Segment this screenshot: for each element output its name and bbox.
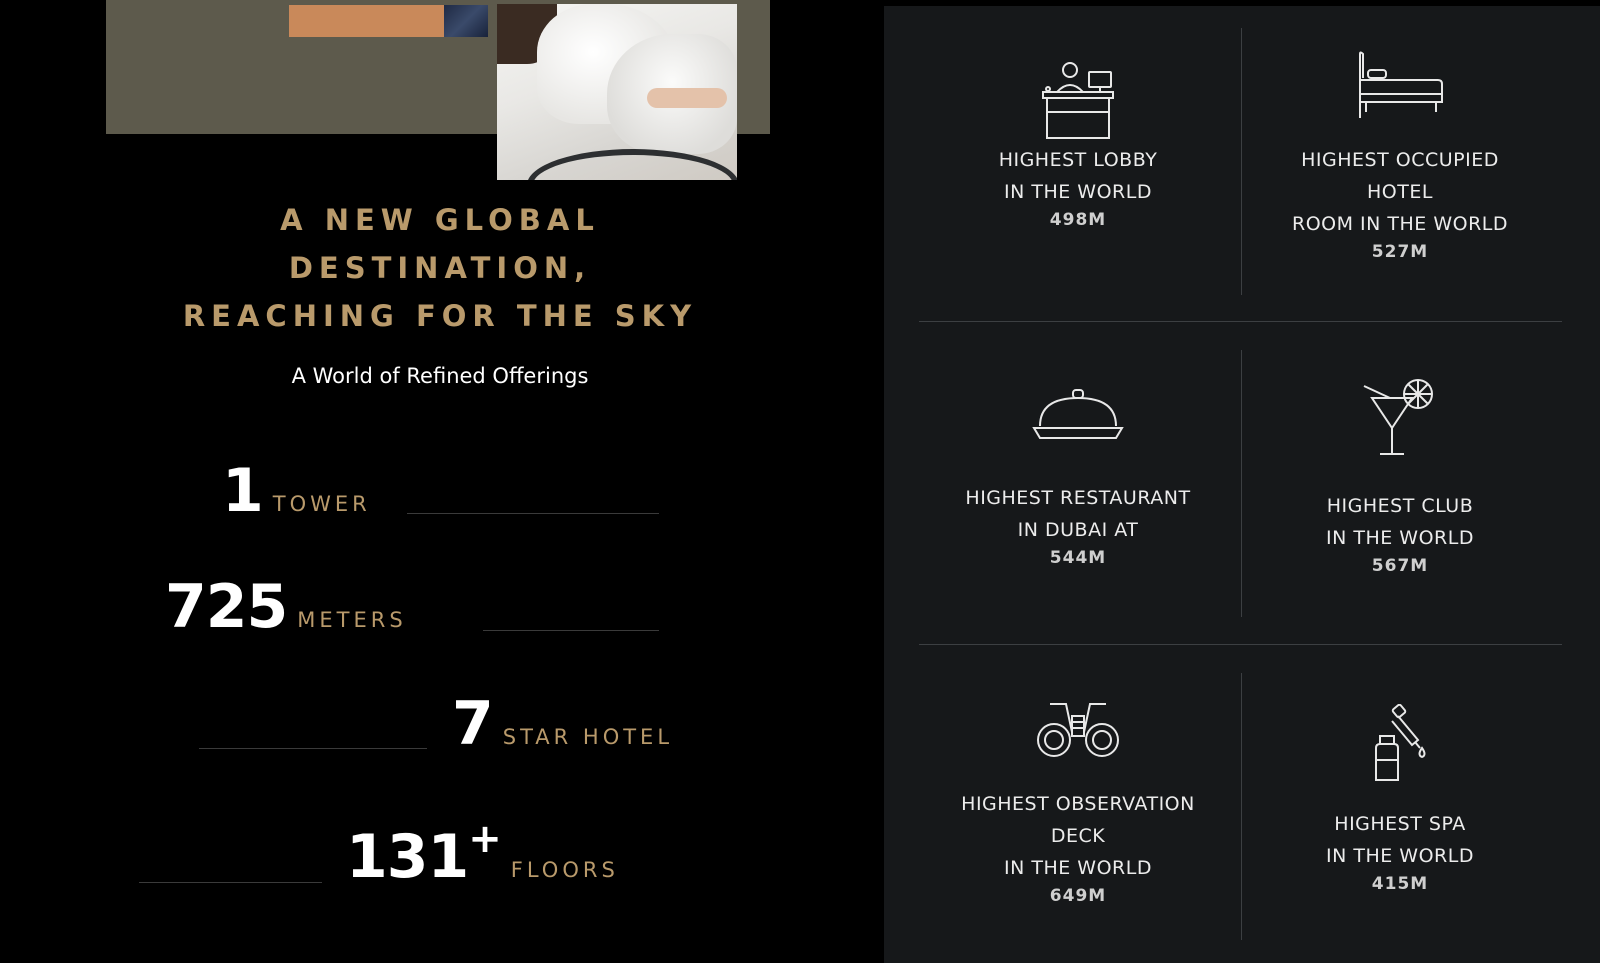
stat-tower: 1 TOWER — [222, 456, 371, 526]
feature-value: 498M — [1049, 210, 1107, 230]
feature-title: HIGHEST CLUB IN THE WORLD — [1326, 495, 1474, 549]
stat-rule — [407, 513, 659, 514]
feature-title: HIGHEST OCCUPIED HOTEL ROOM IN THE WORLD — [1292, 149, 1508, 235]
feature-title: HIGHEST OBSERVATION DECK IN THE WORLD — [961, 793, 1195, 879]
feature-restaurant: HIGHEST RESTAURANT IN DUBAI AT 544M — [928, 386, 1228, 568]
reception-desk-icon — [1042, 62, 1114, 139]
stat-rule — [199, 748, 427, 749]
dropper-bottle-icon — [1375, 704, 1426, 781]
stat-suffix: + — [468, 816, 502, 862]
headline: A NEW GLOBAL DESTINATION, REACHING FOR T… — [120, 196, 760, 340]
divider — [919, 644, 1562, 645]
feature-value: 544M — [1049, 548, 1107, 568]
stat-number: 725 — [165, 572, 288, 642]
decorative-thumbnail — [444, 5, 488, 37]
stat-meters: 725 METERS — [165, 572, 407, 642]
stat-unit: FLOORS — [510, 858, 619, 882]
stat-number: 131+ — [346, 816, 502, 892]
divider — [1241, 673, 1242, 940]
feature-title: HIGHEST LOBBY IN THE WORLD — [998, 149, 1158, 203]
stat-floors: 131+ FLOORS — [346, 816, 619, 892]
feature-value: 415M — [1371, 874, 1429, 894]
spa-photo — [497, 4, 737, 180]
features-panel: HIGHEST LOBBY IN THE WORLD 498M HIGHEST … — [884, 6, 1600, 963]
subheadline: A World of Refined Offerings — [291, 364, 589, 388]
cloche-icon — [1032, 389, 1124, 439]
stat-unit: TOWER — [272, 492, 371, 516]
left-panel: A NEW GLOBAL DESTINATION, REACHING FOR T… — [0, 0, 884, 963]
feature-observation-deck: HIGHEST OBSERVATION DECK IN THE WORLD 64… — [928, 696, 1228, 906]
stat-number: 1 — [222, 456, 264, 526]
feature-value: 527M — [1371, 242, 1429, 262]
divider — [919, 321, 1562, 322]
feature-lobby: HIGHEST LOBBY IN THE WORLD 498M — [928, 56, 1228, 230]
feature-value: 567M — [1371, 556, 1429, 576]
decorative-strip — [289, 5, 455, 37]
stat-rule — [483, 630, 659, 631]
binoculars-icon — [1037, 703, 1119, 757]
feature-club: HIGHEST CLUB IN THE WORLD 567M — [1250, 376, 1550, 576]
bed-icon — [1359, 51, 1443, 118]
stat-number: 7 — [452, 689, 494, 759]
divider — [1241, 28, 1242, 295]
headline-line-1: A NEW GLOBAL — [280, 203, 600, 237]
headline-line-3: REACHING FOR THE SKY — [182, 299, 698, 333]
stat-star-hotel: 7 STAR HOTEL — [452, 689, 673, 759]
feature-title: HIGHEST SPA IN THE WORLD — [1326, 813, 1474, 867]
feature-value: 649M — [1049, 886, 1107, 906]
headline-line-2: DESTINATION, — [288, 251, 592, 285]
feature-title: HIGHEST RESTAURANT IN DUBAI AT — [965, 487, 1191, 541]
feature-hotel-room: HIGHEST OCCUPIED HOTEL ROOM IN THE WORLD… — [1250, 50, 1550, 262]
feature-spa: HIGHEST SPA IN THE WORLD 415M — [1250, 704, 1550, 894]
cocktail-icon — [1363, 379, 1433, 455]
divider — [1241, 350, 1242, 617]
stat-unit: STAR HOTEL — [502, 725, 674, 749]
stat-unit: METERS — [297, 608, 407, 632]
stat-rule — [139, 882, 322, 883]
